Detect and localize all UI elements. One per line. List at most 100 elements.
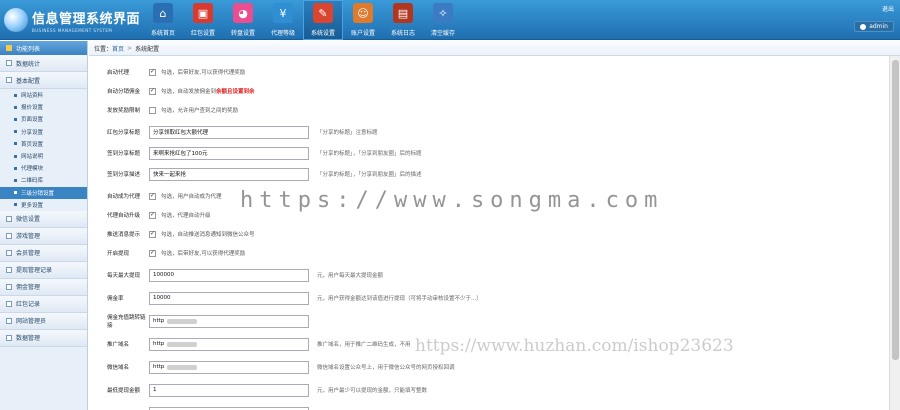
nav-item-0[interactable]: ⌂ 系统首页 [143,0,183,40]
setting-hint: 勾选，允许用户查到之间的奖励 [161,108,239,114]
user-worker-icon: ☺ [353,3,373,23]
user-menu-button[interactable]: admin [854,21,894,32]
setting-input[interactable]: 0 [149,406,309,410]
setting-input[interactable]: 分享领取红包大额代理 [149,125,309,139]
expand-icon [6,283,12,290]
top-nav: ⌂ 系统首页 ▣ 红包设置 ◕ 转盘设置 ¥ 代理等级 ✎ 系统设置 ☺ 账户设置 ▤ 系统日志 ✧ 清空缓存 [143,0,463,40]
sidebar-group[interactable]: 会员管理 [0,244,87,262]
setting-label: 微信域名 [107,365,130,371]
setting-row: 佣金充值跳转链接 http [107,314,317,329]
sidebar-subitem[interactable]: 分享设置 [0,126,87,138]
setting-label: 启动代理 [107,70,130,76]
app-subtitle: BUSINESS MANAGEMENT SYSTEM [32,27,113,33]
setting-label: 每天最大提现 [107,273,141,279]
sidebar-group[interactable]: 基本配置 [0,72,87,89]
setting-note: 元，用户最少可以提现的金额，只能填写整数 [317,388,428,394]
nav-item-6[interactable]: ▤ 系统日志 [383,0,423,40]
redacted-text [167,364,198,370]
setting-row: 发放奖励限制 勾选，允许用户查到之间的奖励 [107,104,238,116]
setting-checkbox[interactable]: ✓ [149,87,156,95]
sidebar-group[interactable]: 红包记录 [0,295,87,313]
sidebar-group[interactable]: 数据统计 [0,55,87,72]
setting-input[interactable]: 100000 [149,268,309,282]
settings-form: 启动代理 ✓ 勾选，后带好友,可以获得代理奖励 自动分销佣金 ✓ 勾选，自动发放佣金到余额… [89,56,869,410]
breadcrumb-home[interactable]: 首页 [112,44,124,53]
user-area: 退出 admin [834,4,894,32]
nav-label: 转盘设置 [230,30,255,37]
nav-item-3[interactable]: ¥ 代理等级 [263,0,303,40]
nav-item-2[interactable]: ◕ 转盘设置 [223,0,263,40]
sidebar-subitem[interactable]: 代理模块 [0,162,87,174]
nav-label: 代理等级 [270,30,295,37]
setting-checkbox[interactable]: ✓ [149,68,156,76]
setting-note: 元，用户获得金额达到该值进行提现（可将手动审核设置不少于...） [317,296,482,302]
sidebar-group[interactable]: 游戏管理 [0,227,87,245]
setting-label: 红包分享标题 [107,130,141,136]
sidebar-subitem[interactable]: 报价设置 [0,101,87,113]
bullet-icon [14,117,17,121]
bullet-icon [14,203,17,207]
setting-row: 最低提现金额 1 元，用户最少可以提现的金额，只能填写整数 [107,383,427,397]
nav-item-5[interactable]: ☺ 账户设置 [343,0,383,40]
setting-label: 最低提现金额 [107,388,141,394]
nav-label: 系统首页 [150,30,175,37]
setting-label: 自动成为代理 [107,194,141,200]
home-icon: ⌂ [153,3,173,23]
setting-hint: 勾选，代理自动升级 [161,213,211,219]
setting-label: 佣金率 [107,296,124,302]
expand-icon [6,215,12,222]
logout-link[interactable]: 退出 [834,4,894,13]
nav-label: 系统日志 [390,30,415,37]
setting-label: 代理自动升级 [107,213,141,219]
menu-icon [6,45,12,51]
user-icon [860,23,867,30]
top-header: 信息管理系统界面 BUSINESS MANAGEMENT SYSTEM ⌂ 系统首… [0,0,900,40]
sidebar-subitem[interactable]: 页面设置 [0,113,87,125]
setting-input[interactable]: http [149,360,309,374]
sidebar-subitem[interactable]: 网站说明 [0,150,87,162]
nav-item-4[interactable]: ✎ 系统设置 [303,0,343,40]
sidebar-group[interactable]: 提现管理记录 [0,261,87,279]
sidebar-group[interactable]: 佣金管理 [0,278,87,296]
setting-input[interactable]: 10000 [149,291,309,305]
scrollbar[interactable] [889,56,900,410]
setting-checkbox[interactable]: ✓ [149,249,156,257]
main-panel: 位置： 首页 > 系统配置 启动代理 ✓ 勾选，后带好友,可以获得代理奖励 自动分销佣… [89,41,900,410]
setting-hint: 勾选，自动发放佣金到余额且设置到余 [161,89,255,95]
bullet-icon [14,178,17,182]
bullet-icon [14,142,17,146]
setting-input[interactable]: http [149,337,309,351]
nav-item-1[interactable]: ▣ 红包设置 [183,0,223,40]
setting-input[interactable]: 来啊来抢红包了100元 [149,146,309,160]
sidebar-header: 功能列表 [0,41,87,55]
sidebar-group[interactable]: 微信设置 [0,210,87,228]
tools-icon: ✎ [313,3,333,23]
sidebar: 功能列表 数据统计 基本配置 网站资料 报价设置 页面设置 分享设置 首页设置 网站说明 代理模… [0,41,88,410]
expand-icon [6,77,12,83]
sidebar-group[interactable]: 数据管理 [0,329,87,347]
nav-label: 系统设置 [310,30,335,37]
setting-checkbox[interactable]: ✓ [149,192,156,200]
network-icon: ✧ [433,3,453,23]
scrollbar-thumb[interactable] [892,60,899,360]
redacted-text [167,318,198,324]
nav-item-7[interactable]: ✧ 清空缓存 [423,0,463,40]
yen-icon: ¥ [273,3,293,23]
setting-checkbox[interactable]: ✓ [149,230,156,238]
setting-input[interactable]: 1 [149,383,309,397]
bullet-icon [14,130,17,134]
setting-checkbox[interactable]: ✓ [149,211,156,219]
nav-label: 账户设置 [350,30,375,37]
setting-input[interactable]: 快来一起来抢 [149,167,309,181]
sidebar-group[interactable]: 网站管理员 [0,312,87,330]
sidebar-subitem[interactable]: 首页设置 [0,138,87,150]
sidebar-subitem[interactable]: 二维码库 [0,174,87,186]
sidebar-subitem[interactable]: 三级分销设置 [0,186,87,199]
breadcrumb: 位置： 首页 > 系统配置 [89,41,900,56]
app-title: 信息管理系统界面 [32,11,141,27]
sidebar-subitem[interactable]: 网站资料 [0,89,87,101]
setting-input[interactable]: http [149,314,309,328]
sidebar-subitem[interactable]: 更多设置 [0,199,87,211]
setting-checkbox[interactable] [149,106,156,114]
expand-icon [6,334,12,341]
